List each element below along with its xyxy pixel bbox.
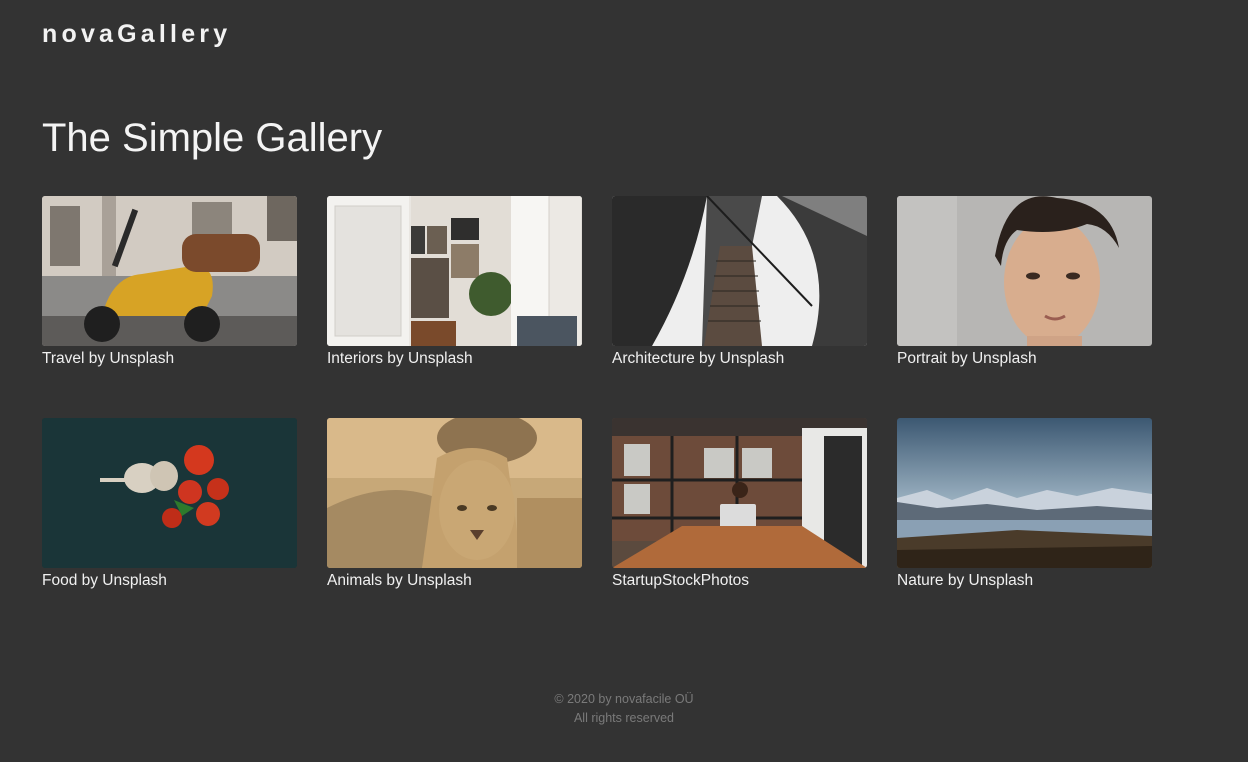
gallery-item-animals[interactable]: Animals by Unsplash [327,418,582,590]
caption-startupstockphotos[interactable]: StartupStockPhotos [612,572,867,590]
thumbnail-animals[interactable] [327,418,582,568]
gallery-item-nature[interactable]: Nature by Unsplash [897,418,1152,590]
thumbnail-travel[interactable] [42,196,297,346]
portrait-photo-icon [897,196,1152,346]
skyscraper-photo-icon [612,196,867,346]
caption-portrait[interactable]: Portrait by Unsplash [897,350,1152,368]
gallery-item-startupstockphotos[interactable]: StartupStockPhotos [612,418,867,590]
lake-photo-icon [897,418,1152,568]
gallery-item-architecture[interactable]: Architecture by Unsplash [612,196,867,368]
thumbnail-architecture[interactable] [612,196,867,346]
interior-photo-icon [327,196,582,346]
caption-travel[interactable]: Travel by Unsplash [42,350,297,368]
gallery-item-portrait[interactable]: Portrait by Unsplash [897,196,1152,368]
office-photo-icon [612,418,867,568]
scooter-photo-icon [42,196,297,346]
thumbnail-interiors[interactable] [327,196,582,346]
thumbnail-food[interactable] [42,418,297,568]
caption-animals[interactable]: Animals by Unsplash [327,572,582,590]
thumbnail-nature[interactable] [897,418,1152,568]
caption-nature[interactable]: Nature by Unsplash [897,572,1152,590]
caption-architecture[interactable]: Architecture by Unsplash [612,350,867,368]
thumbnail-startupstockphotos[interactable] [612,418,867,568]
footer-copyright: © 2020 by novafacile OÜ [554,692,694,706]
page-title: The Simple Gallery [42,116,383,160]
caption-interiors[interactable]: Interiors by Unsplash [327,350,582,368]
gallery-item-food[interactable]: Food by Unsplash [42,418,297,590]
footer-rights: All rights reserved [573,711,675,725]
tomatoes-photo-icon [42,418,297,568]
caption-food[interactable]: Food by Unsplash [42,572,297,590]
lion-photo-icon [327,418,582,568]
brand-logo[interactable]: novaGallery [42,20,231,49]
footer: © 2020 by novafacile OÜ All rights reser… [0,690,1248,728]
gallery-item-interiors[interactable]: Interiors by Unsplash [327,196,582,368]
gallery-item-travel[interactable]: Travel by Unsplash [42,196,297,368]
thumbnail-portrait[interactable] [897,196,1152,346]
